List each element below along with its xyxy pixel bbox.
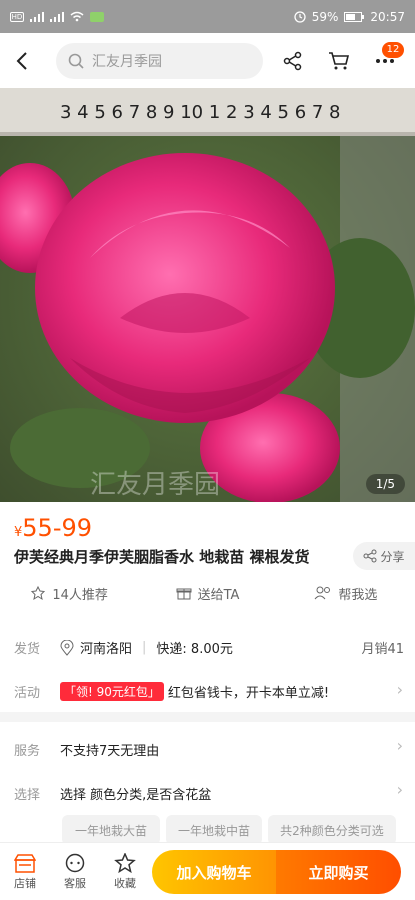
add-to-cart-button[interactable]: 加入购物车 [152,850,276,894]
buy-now-button[interactable]: 立即购买 [276,850,401,894]
status-bar: HD 59% 20:57 [0,0,415,33]
chevron-right-icon: › [396,736,403,755]
action-row: 14人推荐 送给TA 帮我选 [0,580,415,606]
image-page-indicator: 1/5 [365,474,405,494]
gift-button[interactable]: 送给TA [138,580,276,606]
gift-icon [176,588,192,600]
store-icon [14,853,36,873]
recommend-button[interactable]: 14人推荐 [0,580,138,606]
clock: 20:57 [370,9,405,24]
red-packet-tag: 「领! 90元红包」 [60,682,164,701]
choose-row[interactable]: 选择 选择 颜色分类,是否含花盆 [14,784,394,803]
wifi-icon [70,11,84,22]
back-button[interactable] [0,33,44,88]
bottom-action-bar: 店铺 客服 收藏 加入购物车 立即购买 [0,842,415,900]
help-choose-button[interactable]: 帮我选 [277,580,415,606]
shipping-row[interactable]: 发货 河南洛阳 | 快递: 8.00元 月销41 [14,638,404,657]
people-icon [314,586,331,600]
cart-icon [329,51,350,69]
promo-text: 红包省钱卡，开卡本单立减! [167,686,330,701]
location-icon [60,639,74,656]
service-label: 服务 [14,744,41,759]
service-text: 不支持7天无理由 [60,744,160,759]
search-placeholder: 汇友月季园 [92,53,162,70]
chevron-right-icon: › [396,680,403,699]
favorite-label: 收藏 [114,876,136,890]
promo-row[interactable]: 活动 「领! 90元红包」 红包省钱卡，开卡本单立减! [14,682,394,701]
app-notification-icon [90,11,104,22]
service-label-bottom: 客服 [64,876,86,890]
express-fee: 快递: 8.00元 [156,642,233,657]
choose-label: 选择 [14,788,41,803]
more-button[interactable]: 12 [365,33,405,88]
signal-icon [30,11,44,22]
share-label: 分享 [380,549,405,564]
back-arrow-icon [16,51,27,70]
sku-chip[interactable]: 一年地栽大苗 [62,815,160,845]
cart-button[interactable] [319,33,359,88]
status-right: 59% 20:57 [294,10,405,24]
battery-percent: 59% [311,9,339,24]
chat-icon [65,853,85,872]
share-pill-button[interactable]: 分享 [353,542,415,570]
battery-icon [344,11,365,22]
thumb-icon [31,585,46,601]
sku-chip[interactable]: 共2种颜色分类可选 [268,815,396,845]
price-value: 55-99 [22,514,93,542]
monthly-sales: 月销41 [361,642,404,657]
product-title: 伊芙经典月季伊芙胭脂香水 地栽苗 裸根发货 [14,548,310,566]
store-button[interactable]: 店铺 [0,853,50,891]
search-icon [68,53,84,69]
watermark: 汇友月季园 [90,470,220,500]
product-image-carousel[interactable]: 3 4 5 6 7 8 9 10 1 2 3 4 5 6 7 8 汇友月季园 1… [0,88,415,502]
chevron-right-icon: › [396,780,403,799]
price: ¥55-99 [14,514,92,542]
product-photo: 3 4 5 6 7 8 9 10 1 2 3 4 5 6 7 8 汇友月季园 [0,88,415,502]
gift-label: 送给TA [197,587,240,603]
service-row[interactable]: 服务 不支持7天无理由 [14,740,394,759]
cart-count-badge: 12 [382,42,404,58]
help-label: 帮我选 [338,587,378,603]
promo-label: 活动 [14,686,41,701]
choose-text: 选择 颜色分类,是否含花盆 [60,788,212,803]
star-icon [114,852,136,873]
sku-chip[interactable]: 一年地栽中苗 [166,815,262,845]
recommend-label: 14人推荐 [52,587,108,603]
ship-location: 河南洛阳 [80,642,133,657]
more-icon [376,58,394,63]
hd-icon: HD [10,11,24,22]
shipping-promo-card: 发货 河南洛阳 | 快递: 8.00元 月销41 活动 「领! 90元红包」 红… [0,622,415,712]
signal-icon [50,11,64,22]
customer-service-button[interactable]: 客服 [50,853,100,891]
price-card: ¥55-99 伊芙经典月季伊芙胭脂香水 地栽苗 裸根发货 分享 14人推荐 送给… [0,502,415,622]
shipping-label: 发货 [14,642,41,657]
top-navigation: 汇友月季园 12 [0,33,415,88]
share-button[interactable] [273,33,313,88]
share-icon [283,51,302,70]
status-left: HD [10,11,104,22]
ruler-scale: 3 4 5 6 7 8 9 10 1 2 3 4 5 6 7 8 [60,102,341,123]
share-icon [363,549,377,563]
alarm-icon [294,10,306,23]
favorite-button[interactable]: 收藏 [100,852,150,891]
search-input[interactable]: 汇友月季园 [56,42,263,79]
store-label: 店铺 [14,876,36,890]
